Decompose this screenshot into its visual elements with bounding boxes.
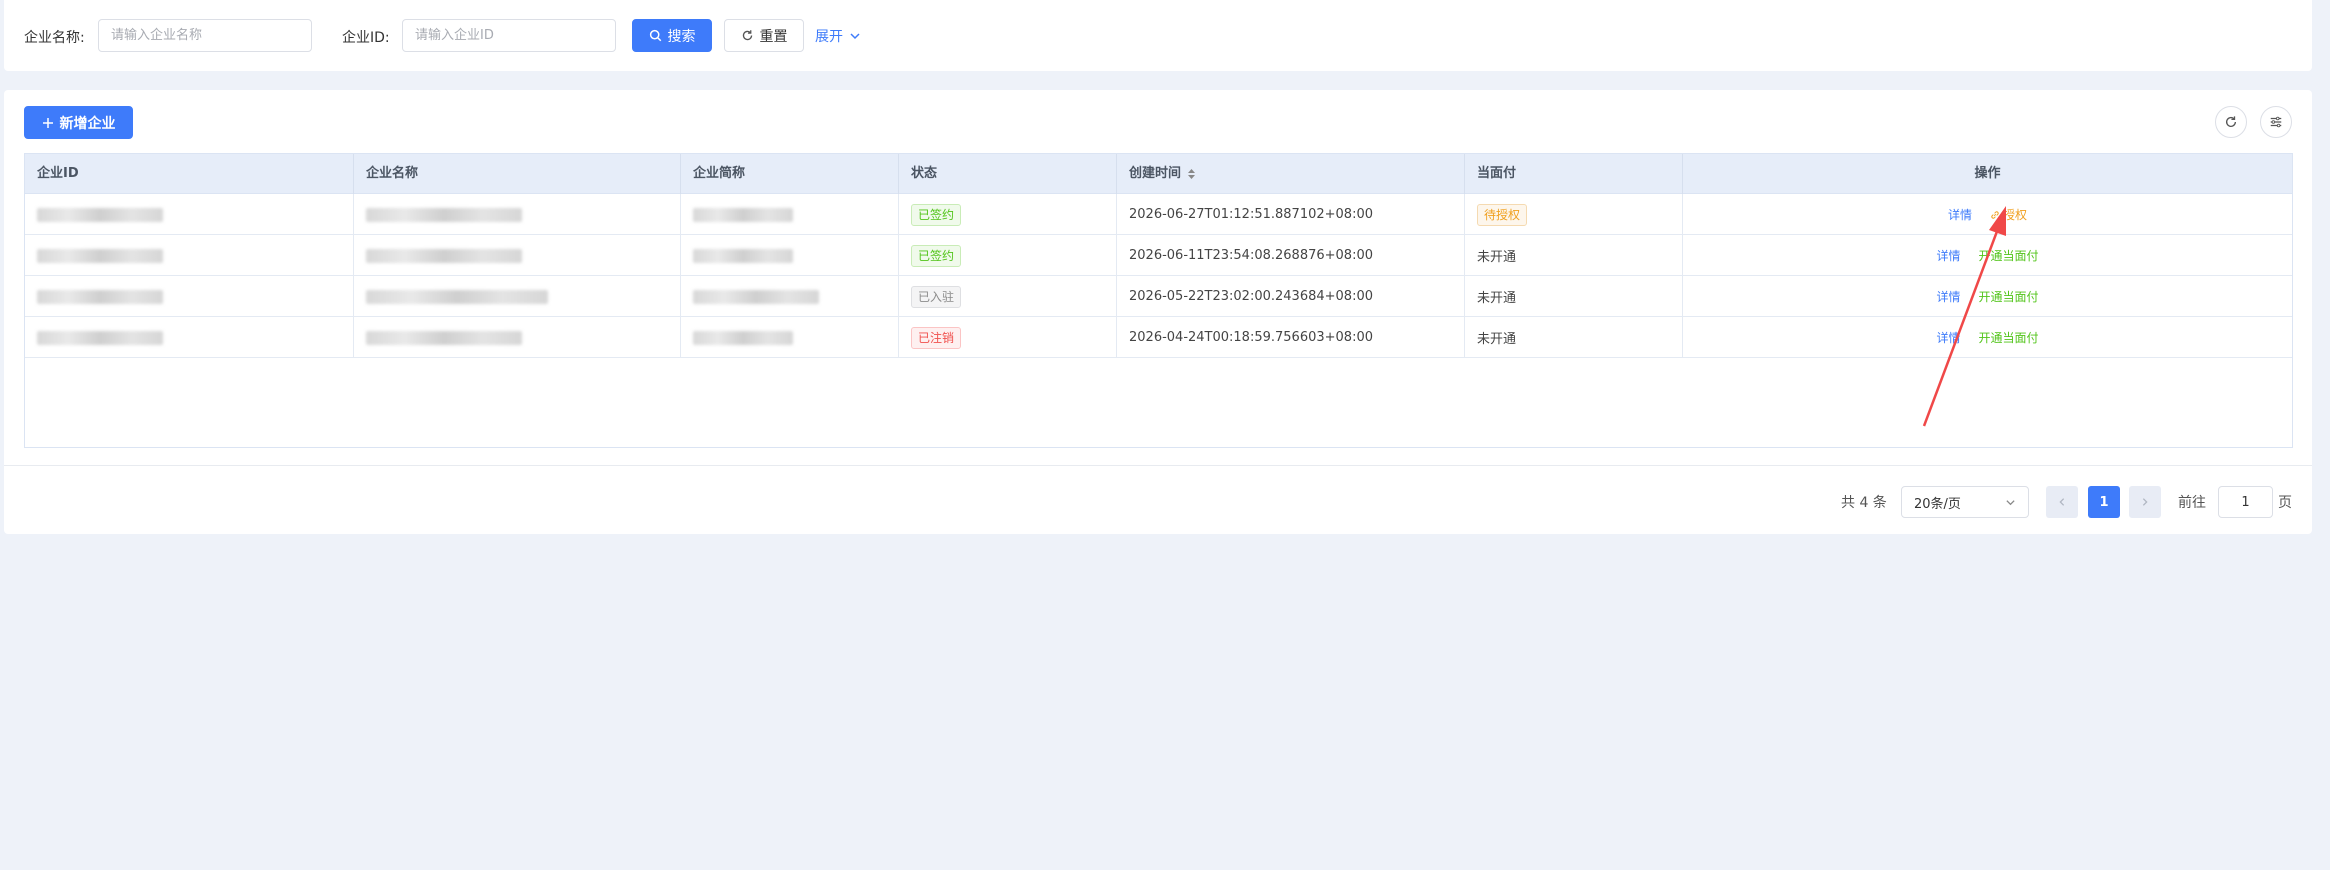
refresh-table-button[interactable]	[2215, 106, 2247, 138]
status-badge: 已入驻	[911, 285, 962, 308]
cell-face-pay: 未开通	[1465, 276, 1683, 317]
page-suffix: 页	[2278, 495, 2292, 511]
authorize-label: 授权	[2003, 208, 2028, 222]
header-company-id: 企业ID	[25, 154, 354, 194]
cell-created: 2026-06-27T01:12:51.887102+08:00	[1117, 194, 1465, 235]
reset-button-label: 重置	[759, 28, 788, 45]
status-badge: 已签约	[911, 244, 962, 267]
chevron-right-icon	[2142, 498, 2148, 506]
divider	[4, 465, 2312, 466]
cell-status: 已注销	[899, 317, 1117, 358]
pagination-total: 共 4 条	[1841, 495, 1887, 511]
status-badge: 已签约	[911, 203, 962, 226]
header-created-label: 创建时间	[1129, 166, 1182, 181]
enable-face-pay-link[interactable]: 开通当面付	[1979, 288, 2039, 305]
cell-company-name	[354, 235, 681, 276]
authorize-link[interactable]: 授权	[1990, 206, 2027, 223]
company-name-label: 企业名称:	[24, 30, 85, 46]
expand-toggle[interactable]: 展开	[815, 26, 861, 46]
face-pay-badge: 待授权	[1477, 203, 1528, 226]
cell-actions: 详情 开通当面付	[1683, 317, 2292, 358]
status-badge: 已注销	[911, 326, 962, 349]
refresh-icon	[2225, 116, 2237, 127]
company-table: 企业ID 企业名称 企业简称 状态 创建时间 当面付 操作 已签约 2026-0…	[24, 153, 2293, 448]
cell-created: 2026-06-11T23:54:08.268876+08:00	[1117, 235, 1465, 276]
detail-link[interactable]: 详情	[1936, 329, 1960, 346]
cell-status: 已入驻	[899, 276, 1117, 317]
cell-actions: 详情 开通当面付	[1683, 276, 2292, 317]
cell-face-pay: 待授权	[1465, 194, 1683, 235]
cell-face-pay: 未开通	[1465, 317, 1683, 358]
cell-short-name	[681, 276, 899, 317]
search-button[interactable]: 搜索	[632, 19, 712, 52]
company-id-label: 企业ID:	[342, 30, 390, 46]
cell-created: 2026-04-24T00:18:59.756603+08:00	[1117, 317, 1465, 358]
cell-actions: 详情 开通当面付	[1683, 235, 2292, 276]
search-icon	[649, 29, 661, 42]
next-page-button[interactable]	[2129, 486, 2161, 518]
chevron-down-icon	[2006, 499, 2015, 505]
enable-face-pay-link[interactable]: 开通当面付	[1979, 329, 2039, 346]
table-row: 已签约 2026-06-11T23:54:08.268876+08:00 未开通…	[25, 235, 2292, 276]
header-company-name: 企业名称	[354, 154, 681, 194]
cell-company-id	[25, 235, 354, 276]
reset-button[interactable]: 重置	[724, 19, 804, 52]
cell-company-id	[25, 194, 354, 235]
header-actions: 操作	[1974, 166, 2001, 181]
cell-created: 2026-05-22T23:02:00.243684+08:00	[1117, 276, 1465, 317]
add-company-label: 新增企业	[59, 115, 116, 132]
company-id-input[interactable]	[402, 19, 616, 52]
goto-page-input[interactable]	[2218, 486, 2273, 518]
plus-icon	[42, 117, 53, 128]
detail-link[interactable]: 详情	[1936, 247, 1960, 264]
cell-company-name	[354, 276, 681, 317]
expand-label: 展开	[815, 29, 843, 45]
link-icon	[1991, 210, 1999, 219]
cell-status: 已签约	[899, 235, 1117, 276]
cell-actions: 详情 授权	[1683, 194, 2292, 235]
column-settings-button[interactable]	[2260, 106, 2292, 138]
column-settings-icon	[2270, 116, 2282, 128]
prev-page-button[interactable]	[2046, 486, 2078, 518]
detail-link[interactable]: 详情	[1936, 288, 1960, 305]
chevron-left-icon	[2059, 498, 2065, 506]
page-size-select[interactable]: 20条/页	[1901, 486, 2029, 518]
cell-status: 已签约	[899, 194, 1117, 235]
cell-face-pay: 未开通	[1465, 235, 1683, 276]
header-created[interactable]: 创建时间	[1117, 154, 1465, 194]
page-size-value: 20条/页	[1914, 496, 1961, 512]
header-status: 状态	[899, 154, 1117, 194]
chevron-down-icon	[850, 33, 860, 40]
cell-company-id	[25, 276, 354, 317]
cell-company-name	[354, 317, 681, 358]
cell-short-name	[681, 235, 899, 276]
table-row: 已入驻 2026-05-22T23:02:00.243684+08:00 未开通…	[25, 276, 2292, 317]
detail-link[interactable]: 详情	[1948, 206, 1972, 223]
search-button-label: 搜索	[667, 28, 696, 45]
table-row: 已签约 2026-06-27T01:12:51.887102+08:00 待授权…	[25, 194, 2292, 235]
add-company-button[interactable]: 新增企业	[24, 106, 133, 139]
search-panel: 企业名称: 企业ID: 搜索 重置 展开	[4, 0, 2312, 71]
cell-short-name	[681, 317, 899, 358]
table-header: 企业ID 企业名称 企业简称 状态 创建时间 当面付 操作	[25, 154, 2292, 194]
enable-face-pay-link[interactable]: 开通当面付	[1979, 247, 2039, 264]
header-face-pay: 当面付	[1465, 154, 1683, 194]
page-number[interactable]: 1	[2088, 486, 2120, 518]
company-name-input[interactable]	[98, 19, 312, 52]
cell-company-name	[354, 194, 681, 235]
table-row: 已注销 2026-04-24T00:18:59.756603+08:00 未开通…	[25, 317, 2292, 358]
header-short-name: 企业简称	[681, 154, 899, 194]
table-panel: 新增企业 企业ID 企业名称 企业简称 状态 创建时间 当面付 操作 已签约 2…	[4, 90, 2312, 534]
cell-company-id	[25, 317, 354, 358]
goto-label: 前往	[2178, 495, 2206, 511]
refresh-icon	[742, 30, 752, 41]
sort-icon[interactable]	[1187, 168, 1196, 180]
cell-short-name	[681, 194, 899, 235]
